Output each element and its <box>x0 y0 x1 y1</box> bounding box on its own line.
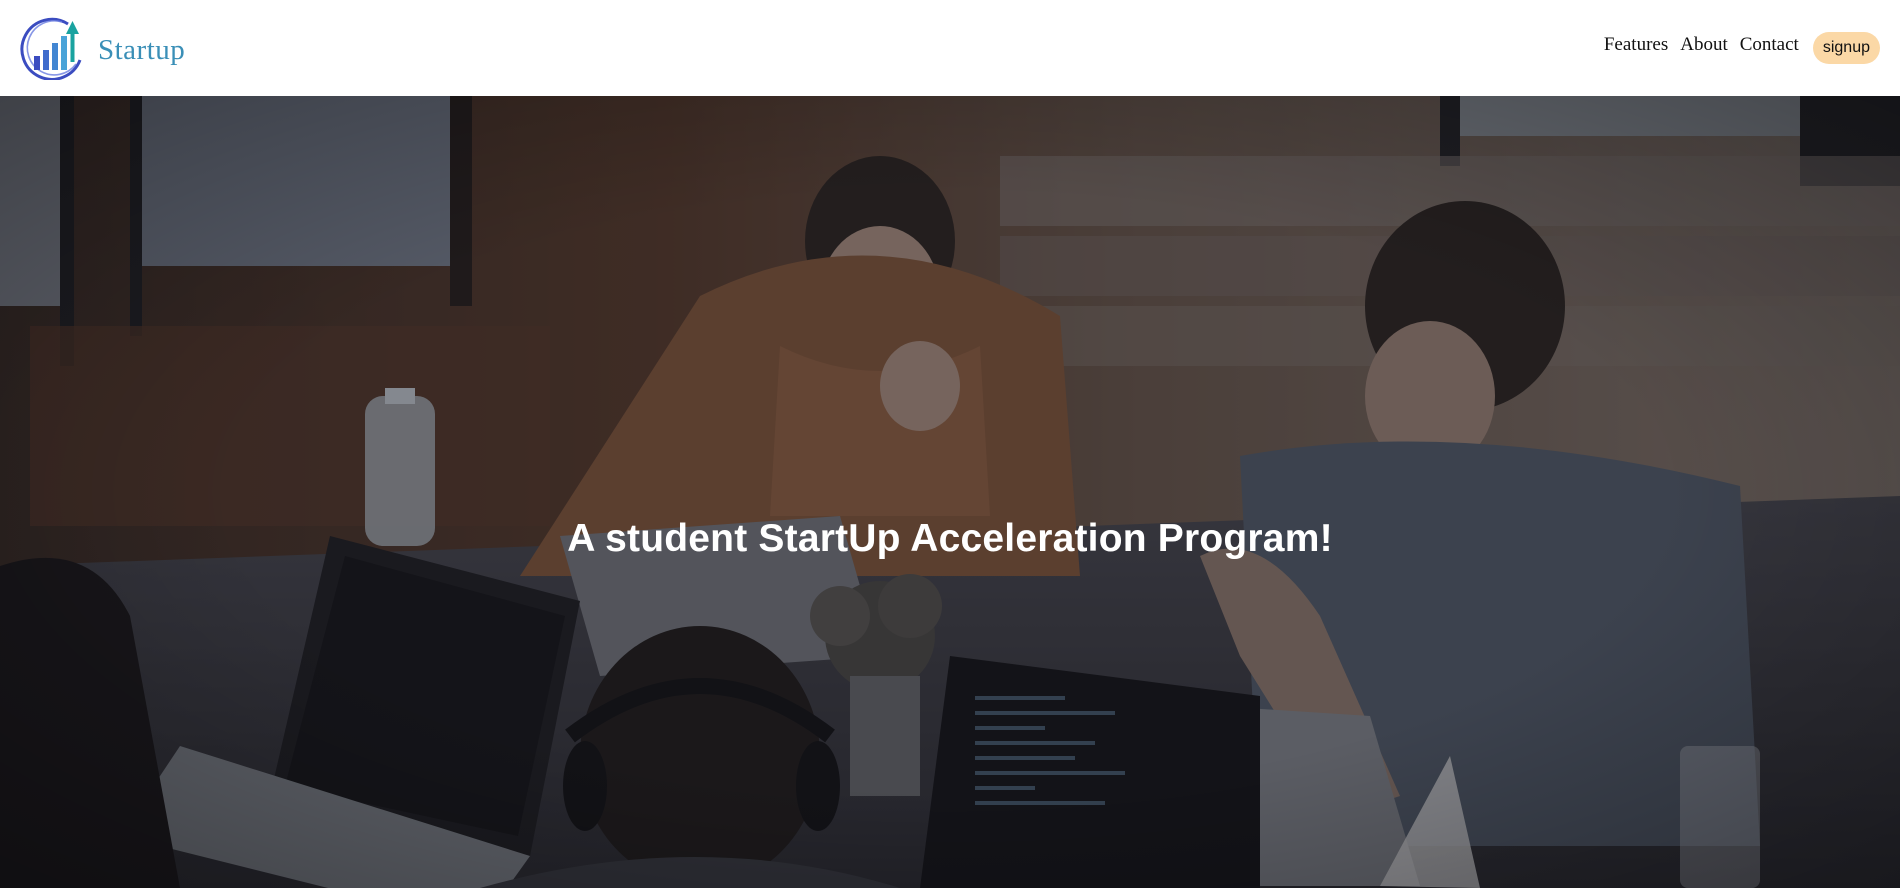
nav-link-about[interactable]: About <box>1680 34 1728 56</box>
growth-chart-logo-icon <box>20 17 82 80</box>
hero-headline: A student StartUp Acceleration Program! <box>567 517 1333 560</box>
brand[interactable]: Startup <box>18 0 185 96</box>
nav-link-contact[interactable]: Contact <box>1740 34 1799 56</box>
hero-section: A student StartUp Acceleration Program! <box>0 96 1900 888</box>
brand-name: Startup <box>98 33 186 66</box>
nav-links: Features About Contact signup <box>1604 0 1880 96</box>
top-navbar: Startup Features About Contact signup <box>0 0 1900 96</box>
signup-button[interactable]: signup <box>1812 32 1880 64</box>
nav-link-features[interactable]: Features <box>1604 34 1668 56</box>
hero-background-image <box>0 96 1900 888</box>
